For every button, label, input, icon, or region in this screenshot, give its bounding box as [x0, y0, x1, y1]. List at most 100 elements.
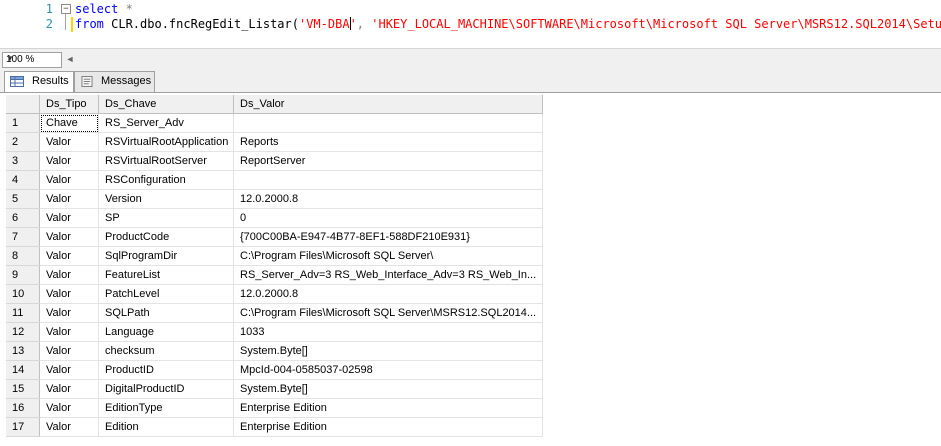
code-line-1[interactable]: select *	[75, 2, 133, 16]
ds-valor-cell[interactable]	[233, 170, 543, 190]
ds-tipo-cell[interactable]: Valor	[39, 189, 99, 209]
ds-tipo-cell[interactable]: Valor	[39, 246, 99, 266]
ds-valor-cell[interactable]: 12.0.2000.8	[233, 189, 543, 209]
table-row[interactable]: 14 Valor ProductID MpcId-004-0585037-02598	[6, 360, 543, 380]
ds-valor-cell[interactable]: RS_Server_Adv=3 RS_Web_Interface_Adv=3 R…	[233, 265, 543, 285]
row-number-cell[interactable]: 5	[6, 189, 40, 209]
row-number-cell[interactable]: 14	[6, 360, 40, 380]
ds-chave-cell[interactable]: RSVirtualRootApplication	[98, 132, 234, 152]
ds-tipo-cell[interactable]: Valor	[39, 417, 99, 437]
table-row[interactable]: 12 Valor Language 1033	[6, 322, 543, 342]
ds-chave-cell[interactable]: ProductID	[98, 360, 234, 380]
table-row[interactable]: 9 Valor FeatureList RS_Server_Adv=3 RS_Web_…	[6, 265, 543, 285]
ds-tipo-cell[interactable]: Valor	[39, 341, 99, 361]
ds-chave-cell[interactable]: EditionType	[98, 398, 234, 418]
ds-tipo-cell[interactable]: Valor	[39, 398, 99, 418]
ds-valor-cell[interactable]	[233, 113, 543, 133]
table-row[interactable]: 11 Valor SQLPath C:\Program Files\Microsoft…	[6, 303, 543, 323]
tab-results[interactable]: Results	[4, 71, 74, 92]
ds-valor-cell[interactable]: System.Byte[]	[233, 341, 543, 361]
column-header-ds-chave[interactable]: Ds_Chave	[98, 95, 234, 114]
results-grid[interactable]: Ds_Tipo Ds_Chave Ds_Valor 1 Chave RS_Serve…	[6, 95, 543, 437]
ds-tipo-cell[interactable]: Valor	[39, 284, 99, 304]
ds-tipo-cell[interactable]: Valor	[39, 227, 99, 247]
tab-messages[interactable]: Messages	[74, 71, 155, 92]
ds-chave-cell[interactable]: SqlProgramDir	[98, 246, 234, 266]
ds-chave-cell[interactable]: SQLPath	[98, 303, 234, 323]
row-number-cell[interactable]: 12	[6, 322, 40, 342]
table-row[interactable]: 5 Valor Version 12.0.2000.8	[6, 189, 543, 209]
table-row[interactable]: 16 Valor EditionType Enterprise Edition	[6, 398, 543, 418]
ds-valor-cell[interactable]: 0	[233, 208, 543, 228]
row-number-cell[interactable]: 15	[6, 379, 40, 399]
ds-valor-cell[interactable]: System.Byte[]	[233, 379, 543, 399]
table-row[interactable]: 3 Valor RSVirtualRootServer ReportServer	[6, 151, 543, 171]
ds-valor-cell[interactable]: Enterprise Edition	[233, 398, 543, 418]
ds-chave-cell[interactable]: FeatureList	[98, 265, 234, 285]
row-number-cell[interactable]: 16	[6, 398, 40, 418]
row-number-cell[interactable]: 13	[6, 341, 40, 361]
table-row[interactable]: 8 Valor SqlProgramDir C:\Program Files\Micr…	[6, 246, 543, 266]
scroll-left-icon[interactable]: ◄	[64, 52, 76, 66]
query-editor[interactable]: 1 2 − select * from CLR.dbo.fncRegEdit_L…	[0, 0, 941, 48]
ds-valor-cell[interactable]: 12.0.2000.8	[233, 284, 543, 304]
row-number-cell[interactable]: 4	[6, 170, 40, 190]
ds-tipo-cell[interactable]: Valor	[39, 208, 99, 228]
table-row[interactable]: 4 Valor RSConfiguration	[6, 170, 543, 190]
ds-valor-cell[interactable]: {700C00BA-E947-4B77-8EF1-588DF210E931}	[233, 227, 543, 247]
row-number-cell[interactable]: 2	[6, 132, 40, 152]
row-number-cell[interactable]: 17	[6, 417, 40, 437]
ds-valor-cell[interactable]: 1033	[233, 322, 543, 342]
column-header-ds-valor[interactable]: Ds_Valor	[233, 95, 543, 114]
table-row[interactable]: 13 Valor checksum System.Byte[]	[6, 341, 543, 361]
table-row[interactable]: 2 Valor RSVirtualRootApplication Reports	[6, 132, 543, 152]
ds-tipo-cell[interactable]: Valor	[39, 132, 99, 152]
ds-tipo-cell[interactable]: Valor	[39, 151, 99, 171]
row-number-cell[interactable]: 10	[6, 284, 40, 304]
ds-chave-cell[interactable]: RSConfiguration	[98, 170, 234, 190]
ds-tipo-cell[interactable]: Valor	[39, 322, 99, 342]
ds-valor-cell[interactable]: C:\Program Files\Microsoft SQL Server\	[233, 246, 543, 266]
ds-chave-cell[interactable]: checksum	[98, 341, 234, 361]
table-row[interactable]: 6 Valor SP 0	[6, 208, 543, 228]
ds-chave-cell[interactable]: PatchLevel	[98, 284, 234, 304]
ds-tipo-cell[interactable]: Chave	[39, 113, 99, 133]
row-number-cell[interactable]: 1	[6, 113, 40, 133]
column-header-ds-tipo[interactable]: Ds_Tipo	[39, 95, 99, 114]
collapse-toggle-icon[interactable]: −	[61, 4, 71, 14]
ds-chave-cell[interactable]: ProductCode	[98, 227, 234, 247]
ds-chave-cell[interactable]: RS_Server_Adv	[98, 113, 234, 133]
ds-tipo-cell[interactable]: Valor	[39, 303, 99, 323]
row-number-cell[interactable]: 8	[6, 246, 40, 266]
ds-chave-cell[interactable]: Edition	[98, 417, 234, 437]
ds-tipo-cell[interactable]: Valor	[39, 379, 99, 399]
row-number-cell[interactable]: 7	[6, 227, 40, 247]
ds-chave-cell[interactable]: Language	[98, 322, 234, 342]
ds-tipo-cell[interactable]: Valor	[39, 265, 99, 285]
code-line-2[interactable]: from CLR.dbo.fncRegEdit_Listar('VM-DBA',…	[75, 17, 941, 31]
ds-chave-cell[interactable]: RSVirtualRootServer	[98, 151, 234, 171]
ds-valor-cell[interactable]: MpcId-004-0585037-02598	[233, 360, 543, 380]
ds-chave-cell[interactable]: Version	[98, 189, 234, 209]
ds-valor-cell[interactable]: Reports	[233, 132, 543, 152]
ds-valor-cell[interactable]: Enterprise Edition	[233, 417, 543, 437]
table-row[interactable]: 15 Valor DigitalProductID System.Byte[]	[6, 379, 543, 399]
ds-chave-cell[interactable]: SP	[98, 208, 234, 228]
table-row[interactable]: 1 Chave RS_Server_Adv	[6, 113, 543, 133]
row-number-cell[interactable]: 9	[6, 265, 40, 285]
ds-chave-cell[interactable]: DigitalProductID	[98, 379, 234, 399]
grid-corner-cell[interactable]	[6, 95, 40, 114]
row-number-cell[interactable]: 3	[6, 151, 40, 171]
table-row[interactable]: 10 Valor PatchLevel 12.0.2000.8	[6, 284, 543, 304]
row-number-cell[interactable]: 6	[6, 208, 40, 228]
cell-text: 17	[12, 421, 25, 433]
zoom-select[interactable]: 100 % ▼	[2, 52, 62, 68]
ds-tipo-cell[interactable]: Valor	[39, 170, 99, 190]
chevron-down-icon[interactable]: ▼	[6, 54, 59, 63]
ds-valor-cell[interactable]: ReportServer	[233, 151, 543, 171]
row-number-cell[interactable]: 11	[6, 303, 40, 323]
ds-tipo-cell[interactable]: Valor	[39, 360, 99, 380]
table-row[interactable]: 17 Valor Edition Enterprise Edition	[6, 417, 543, 437]
table-row[interactable]: 7 Valor ProductCode {700C00BA-E947-4B77-8EF…	[6, 227, 543, 247]
ds-valor-cell[interactable]: C:\Program Files\Microsoft SQL Server\MS…	[233, 303, 543, 323]
